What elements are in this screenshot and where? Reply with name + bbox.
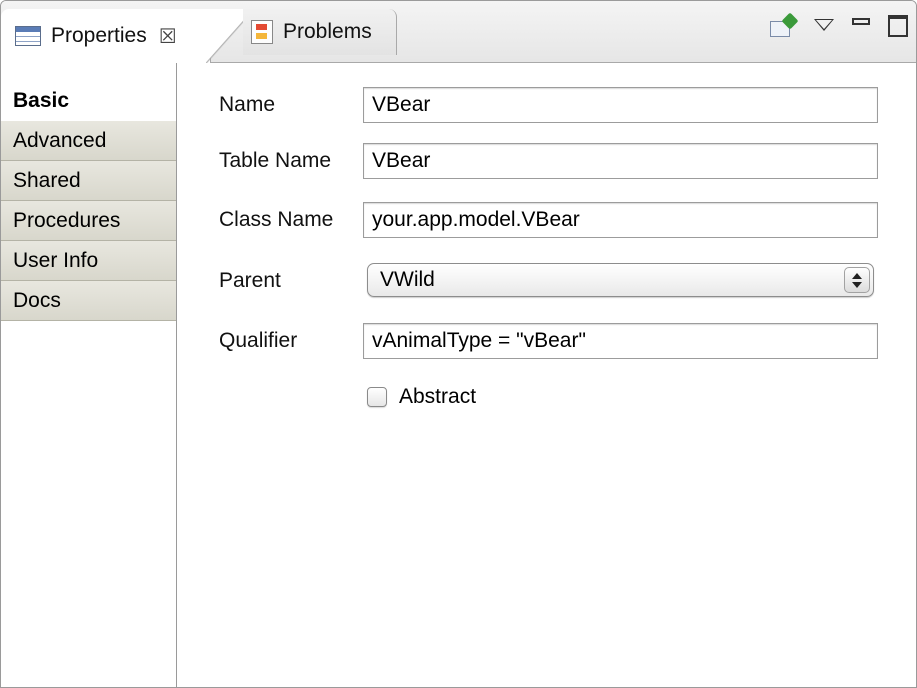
- sidebar-top-gap: [1, 63, 176, 81]
- abstract-label: Abstract: [399, 385, 477, 408]
- sidebar-item-label: Basic: [13, 89, 70, 112]
- sidebar-item-procedures[interactable]: Procedures: [1, 201, 176, 241]
- sidebar-item-label: User Info: [13, 248, 99, 272]
- properties-table-icon: [15, 26, 41, 46]
- name-field[interactable]: [363, 87, 878, 123]
- sidebar-item-label: Docs: [13, 288, 61, 312]
- qualifier-label: Qualifier: [219, 329, 298, 352]
- parent-row: Parent VWild: [219, 263, 916, 299]
- pin-editor-icon[interactable]: [770, 12, 799, 37]
- maximize-icon[interactable]: [888, 15, 908, 37]
- parent-select-value: VWild: [380, 268, 435, 291]
- tab-properties[interactable]: Properties ☒: [1, 9, 254, 63]
- table-name-label: Table Name: [219, 149, 332, 172]
- close-icon[interactable]: ☒: [159, 24, 177, 49]
- problems-icon: [251, 20, 273, 44]
- parent-label: Parent: [219, 269, 281, 292]
- tab-problems[interactable]: Problems: [243, 9, 397, 55]
- basic-properties-form: Name Table Name Class Name Parent VWild …: [219, 63, 916, 687]
- qualifier-row: Qualifier: [219, 323, 916, 359]
- table-name-field[interactable]: [363, 143, 878, 179]
- tab-properties-label: Properties: [51, 24, 147, 47]
- minimize-icon[interactable]: [852, 17, 870, 25]
- tab-problems-label: Problems: [283, 20, 372, 43]
- sidebar-item-basic[interactable]: Basic: [1, 81, 176, 121]
- sidebar-item-label: Shared: [13, 168, 81, 192]
- sidebar-item-user-info[interactable]: User Info: [1, 241, 176, 281]
- view-toolbar: [770, 12, 908, 37]
- qualifier-field[interactable]: [363, 323, 878, 359]
- table-name-row: Table Name: [219, 143, 916, 179]
- class-name-field[interactable]: [363, 202, 878, 238]
- abstract-checkbox[interactable]: [367, 387, 387, 407]
- sidebar-item-docs[interactable]: Docs: [1, 281, 176, 321]
- sidebar-item-shared[interactable]: Shared: [1, 161, 176, 201]
- abstract-row[interactable]: Abstract: [367, 385, 476, 409]
- view-menu-icon[interactable]: [814, 19, 834, 33]
- class-name-label: Class Name: [219, 208, 334, 231]
- select-arrows-icon: [844, 267, 870, 293]
- view-tab-bar: Properties ☒ Problems: [1, 1, 916, 63]
- sidebar-item-label: Procedures: [13, 208, 121, 232]
- name-label: Name: [219, 93, 276, 116]
- class-name-row: Class Name: [219, 202, 916, 238]
- property-sections-sidebar: Basic Advanced Shared Procedures User In…: [1, 63, 177, 687]
- sidebar-item-label: Advanced: [13, 128, 107, 152]
- name-row: Name: [219, 87, 916, 123]
- parent-select[interactable]: VWild: [367, 263, 874, 297]
- properties-view: Properties ☒ Problems Basic Advanced Sha…: [0, 0, 917, 688]
- sidebar-item-advanced[interactable]: Advanced: [1, 121, 176, 161]
